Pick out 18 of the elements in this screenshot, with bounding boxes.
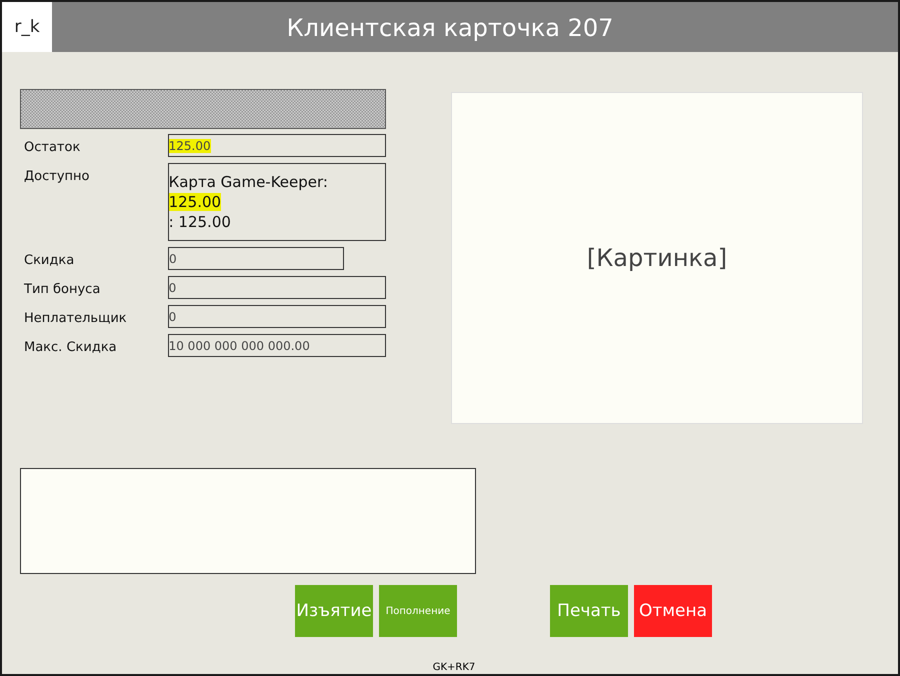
field-label: Остаток xyxy=(23,140,82,155)
text-field[interactable]: 0 xyxy=(168,276,386,299)
text-field[interactable]: 0 xyxy=(168,247,344,270)
text-area[interactable] xyxy=(20,468,476,574)
image-placeholder-text: [Картинка] xyxy=(586,244,728,272)
field-label: Скидка xyxy=(23,253,76,268)
field-label: Тип бонуса xyxy=(23,282,102,297)
field-label: Макс. Скидка xyxy=(23,340,118,355)
text-field[interactable]: 10 000 000 000 000.00 xyxy=(168,334,386,357)
logo: r_k xyxy=(2,2,52,52)
text-field[interactable]: Карта Game-Keeper: 125.00 : 125.00 xyxy=(168,163,386,241)
action-button[interactable]: Отмена xyxy=(634,585,712,637)
field-label: Доступно xyxy=(23,169,90,184)
text-field[interactable]: 125.00 xyxy=(168,134,386,157)
text-field[interactable]: 0 xyxy=(168,305,386,328)
field-label: Неплательщик xyxy=(23,311,128,326)
footer-text: GK+RK7 xyxy=(432,662,476,673)
window-title: Клиентская карточка 207 xyxy=(286,13,614,44)
